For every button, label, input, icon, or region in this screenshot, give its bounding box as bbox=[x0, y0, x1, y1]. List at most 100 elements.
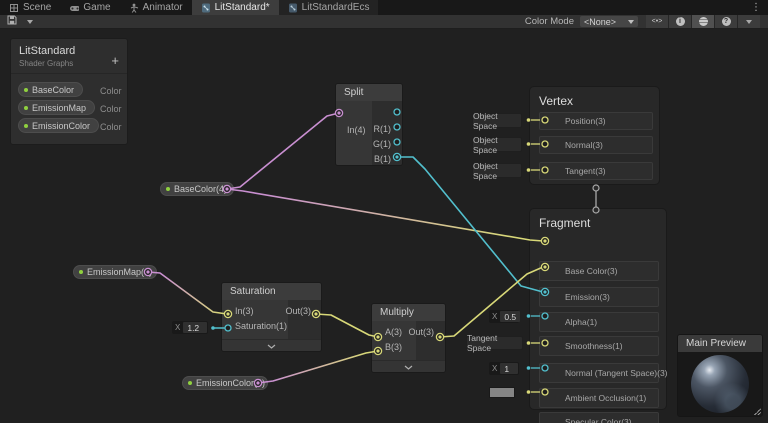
ao-value-field[interactable]: X 1 bbox=[489, 362, 519, 375]
blackboard-property-emissioncolor[interactable]: EmissionColor bbox=[18, 118, 100, 133]
field-value: 0.5 bbox=[500, 311, 521, 322]
graph-canvas[interactable]: LitStandard Shader Graphs + BaseColor Co… bbox=[0, 29, 768, 423]
property-name: BaseColor bbox=[32, 84, 75, 95]
chevron-down-icon bbox=[404, 365, 413, 370]
node-multiply[interactable]: Multiply A(3) B(3) Out(3) bbox=[371, 303, 446, 373]
kebab-menu-icon[interactable]: ⋮ bbox=[744, 0, 768, 15]
tab-label: Game bbox=[83, 2, 111, 13]
fragment-smoothness-row[interactable]: Smoothness(1) bbox=[539, 336, 659, 356]
port-label: In(3) bbox=[235, 306, 254, 316]
node-saturation[interactable]: Saturation In(3) Saturation(1) Out(3) bbox=[221, 282, 322, 352]
port-label: Saturation(1) bbox=[235, 321, 288, 331]
save-asset-button[interactable] bbox=[4, 15, 20, 28]
preview-viewport[interactable] bbox=[678, 352, 762, 416]
port-label: Tangent(3) bbox=[565, 166, 606, 176]
code-icon: <•> bbox=[651, 18, 663, 25]
node-title: Saturation bbox=[222, 283, 321, 300]
exposed-dot-icon bbox=[24, 105, 28, 110]
specular-color-swatch[interactable] bbox=[489, 387, 515, 398]
port-label: G(1) bbox=[373, 139, 391, 149]
help-button[interactable]: ? bbox=[715, 15, 737, 28]
blackboard-property-emissionmap[interactable]: EmissionMap bbox=[18, 100, 96, 115]
exposed-dot-icon bbox=[166, 187, 170, 191]
tab-label: LitStandard* bbox=[214, 2, 270, 13]
port-label: Alpha(1) bbox=[565, 317, 598, 327]
color-mode-value: <None> bbox=[584, 16, 617, 27]
context-title: Fragment bbox=[539, 216, 591, 230]
vertex-context-block[interactable]: Vertex Position(3) Normal(3) Tangent(3) bbox=[529, 86, 660, 185]
preview-sphere bbox=[691, 355, 749, 413]
normal-space-dropdown[interactable]: Object Space bbox=[472, 134, 522, 155]
dropdown-caret-icon bbox=[27, 19, 33, 24]
inspector-button[interactable]: i bbox=[669, 15, 691, 28]
scene-grid-icon bbox=[9, 3, 19, 13]
port-label: In(4) bbox=[347, 125, 366, 135]
position-space-dropdown[interactable]: Object Space bbox=[472, 110, 522, 131]
fragment-emission-row[interactable]: Emission(3) bbox=[539, 287, 659, 307]
fragment-context-block[interactable]: Fragment Base Color(3) Emission(3) Alpha… bbox=[529, 208, 668, 423]
node-emissioncolor-property[interactable]: EmissionColor(4) bbox=[182, 376, 268, 390]
tab-label: LitStandardEcs bbox=[301, 2, 370, 13]
field-x-label: X bbox=[492, 364, 498, 373]
main-preview-toggle-button[interactable] bbox=[692, 15, 714, 28]
vertex-position-row[interactable]: Position(3) bbox=[539, 112, 653, 130]
saturation-value-field[interactable]: X 1.2 bbox=[172, 321, 208, 334]
color-mode-dropdown[interactable]: <None> bbox=[580, 16, 638, 27]
node-label: EmissionMap(4) bbox=[87, 267, 153, 277]
field-x-label: X bbox=[492, 312, 498, 321]
shadergraph-icon bbox=[288, 3, 298, 13]
add-property-button[interactable]: + bbox=[111, 53, 119, 68]
node-basecolor-property[interactable]: BaseColor(4) bbox=[160, 182, 234, 196]
node-label: EmissionColor(4) bbox=[196, 378, 266, 388]
tab-litstandard[interactable]: LitStandard* bbox=[191, 0, 279, 15]
vertex-normal-row[interactable]: Normal(3) bbox=[539, 136, 653, 154]
node-split[interactable]: Split In(4) R(1) G(1) B(1) A(1) bbox=[335, 83, 403, 166]
normal-space-mode-dropdown[interactable]: Tangent Space bbox=[466, 333, 523, 353]
fragment-ao-row[interactable]: Ambient Occlusion(1) bbox=[539, 388, 659, 408]
tangent-space-dropdown[interactable]: Object Space bbox=[472, 161, 522, 181]
fragment-specular-row[interactable]: Specular Color(3) bbox=[539, 412, 659, 423]
collapse-preview-button[interactable] bbox=[222, 339, 321, 351]
port-label: Smoothness(1) bbox=[565, 341, 623, 351]
node-label: BaseColor(4) bbox=[174, 184, 228, 194]
fragment-normal-row[interactable]: Normal (Tangent Space)(3) bbox=[539, 363, 668, 383]
context-title: Vertex bbox=[539, 94, 574, 108]
vertex-tangent-row[interactable]: Tangent(3) bbox=[539, 162, 653, 180]
dropdown-value: Object Space bbox=[473, 134, 498, 155]
tab-bar: Scene Game Animator LitStandard* LitStan… bbox=[0, 0, 768, 15]
main-preview-panel[interactable]: Main Preview bbox=[677, 334, 763, 417]
port-label: Out(3) bbox=[285, 306, 311, 316]
fragment-basecolor-row[interactable]: Base Color(3) bbox=[539, 261, 659, 281]
port-label: Out(3) bbox=[408, 327, 434, 337]
port-label: A(3) bbox=[385, 327, 403, 337]
info-icon: i bbox=[675, 17, 685, 26]
dropdown-caret-icon bbox=[628, 19, 634, 24]
blackboard-panel[interactable]: LitStandard Shader Graphs + BaseColor Co… bbox=[10, 38, 128, 145]
main-preview-title: Main Preview bbox=[678, 335, 762, 352]
smoothness-value-field[interactable]: X 0.5 bbox=[489, 310, 521, 323]
tab-label: Scene bbox=[23, 2, 52, 13]
tab-litstandardecs[interactable]: LitStandardEcs bbox=[278, 0, 379, 15]
tab-animator[interactable]: Animator bbox=[120, 0, 192, 15]
tab-game[interactable]: Game bbox=[60, 0, 119, 15]
node-emissionmap-property[interactable]: EmissionMap(4) bbox=[73, 265, 157, 279]
save-options-button[interactable] bbox=[22, 16, 38, 28]
blackboard-title: LitStandard bbox=[19, 45, 76, 57]
fragment-alpha-row[interactable]: Alpha(1) bbox=[539, 312, 659, 332]
collapse-preview-button[interactable] bbox=[372, 360, 445, 372]
shadergraph-toolbar: Color Mode <None> <•> i ? bbox=[0, 15, 768, 29]
code-view-button[interactable]: <•> bbox=[646, 15, 668, 28]
more-options-button[interactable] bbox=[738, 15, 760, 28]
gamepad-icon bbox=[69, 3, 80, 13]
dropdown-value: Object Space bbox=[473, 110, 498, 131]
unity-shadergraph-window: Scene Game Animator LitStandard* LitStan… bbox=[0, 0, 768, 423]
port-label: Base Color(3) bbox=[565, 266, 618, 276]
help-icon: ? bbox=[721, 17, 731, 26]
property-type: Color bbox=[100, 86, 122, 96]
blackboard-property-basecolor[interactable]: BaseColor bbox=[18, 82, 84, 97]
tab-label: Animator bbox=[142, 2, 183, 13]
tab-scene[interactable]: Scene bbox=[0, 0, 60, 15]
port-label: B(3) bbox=[385, 342, 403, 352]
port-label: R(1) bbox=[373, 124, 392, 134]
resize-grip[interactable] bbox=[754, 408, 761, 415]
